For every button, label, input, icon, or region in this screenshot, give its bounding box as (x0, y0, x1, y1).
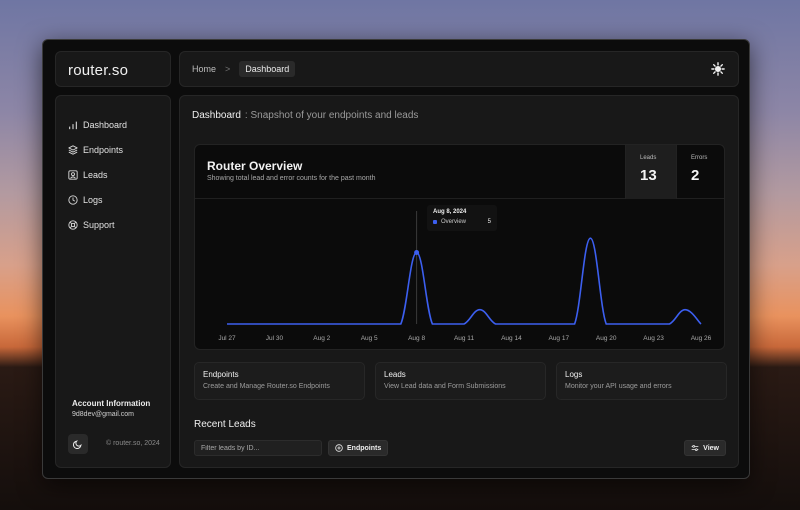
active-data-point (414, 249, 420, 255)
sliders-icon (691, 445, 699, 451)
page-subtitle: : Snapshot of your endpoints and leads (244, 110, 419, 121)
main-panel: Dashboard: Snapshot of your endpoints an… (179, 95, 739, 468)
logo-panel: router.so (55, 51, 171, 87)
logs-card[interactable]: Logs Monitor your API usage and errors (556, 362, 727, 400)
tooltip-value: 5 (487, 219, 491, 225)
errors-stat-label: Errors (691, 155, 708, 161)
top-bar: Home > Dashboard (179, 51, 739, 87)
breadcrumb-home[interactable]: Home (192, 64, 216, 74)
x-tick-label: Aug 14 (501, 335, 522, 342)
card-title: Leads (384, 370, 406, 379)
tooltip-series: Overview (441, 219, 467, 225)
series-line-overview (226, 237, 702, 325)
account-title: Account Information (72, 399, 151, 408)
errors-stat-value: 2 (691, 167, 700, 184)
x-tick-label: Aug 26 (691, 335, 712, 342)
errors-stat[interactable]: Errors 2 (676, 145, 724, 199)
sidebar-item-label: Endpoints (83, 144, 124, 155)
router-overview-card: Router Overview Showing total lead and e… (194, 144, 725, 350)
chart-tooltip: Aug 8, 2024 Overview 5 (427, 205, 497, 231)
x-tick-label: Jul 27 (218, 335, 236, 342)
history-icon (68, 194, 78, 205)
sidebar-item-leads[interactable]: Leads (68, 162, 127, 187)
x-tick-label: Aug 23 (643, 335, 664, 342)
overview-title: Router Overview (207, 159, 303, 173)
contact-icon (68, 169, 78, 180)
page-header: Dashboard: Snapshot of your endpoints an… (192, 110, 418, 121)
card-description: Monitor your API usage and errors (565, 383, 672, 390)
tooltip-date: Aug 8, 2024 (433, 209, 467, 215)
x-tick-label: Aug 8 (408, 335, 425, 342)
view-options-button[interactable]: View (684, 440, 726, 456)
app-window: router.so Home > Dashboard Dashboard End… (42, 39, 750, 479)
app-logo[interactable]: router.so (68, 62, 158, 79)
sidebar-item-label: Leads (83, 169, 108, 180)
x-tick-label: Aug 2 (313, 335, 330, 342)
sidebar: Dashboard Endpoints Leads Logs Support A… (55, 95, 171, 468)
leads-stat-label: Leads (640, 155, 657, 161)
bar-chart-icon (69, 121, 77, 129)
x-tick-label: Aug 5 (361, 335, 378, 342)
theme-toggle-button[interactable] (68, 434, 88, 454)
card-description: Create and Manage Router.so Endpoints (203, 383, 330, 390)
endpoints-filter-label: Endpoints (347, 444, 382, 452)
x-tick-label: Aug 20 (596, 335, 617, 342)
sidebar-item-logs[interactable]: Logs (68, 187, 127, 212)
sidebar-nav: Dashboard Endpoints Leads Logs Support (68, 112, 127, 237)
breadcrumb-current: Dashboard (239, 61, 296, 77)
moon-icon (73, 440, 82, 449)
page-title: Dashboard (192, 110, 241, 121)
quick-links: Endpoints Create and Manage Router.so En… (194, 362, 727, 400)
lead-filter-input[interactable] (194, 440, 322, 456)
sun-icon[interactable] (710, 61, 726, 77)
tooltip-swatch (433, 220, 437, 224)
leads-card[interactable]: Leads View Lead data and Form Submission… (375, 362, 546, 400)
x-tick-label: Aug 17 (548, 335, 569, 342)
plus-circle-icon (335, 444, 343, 452)
x-tick-label: Aug 11 (454, 335, 475, 342)
overview-header: Router Overview Showing total lead and e… (195, 145, 724, 199)
sidebar-item-dashboard[interactable]: Dashboard (68, 112, 127, 137)
card-title: Logs (565, 370, 583, 379)
recent-leads-title: Recent Leads (194, 419, 256, 430)
breadcrumb-separator: > (225, 64, 231, 74)
sidebar-item-label: Dashboard (83, 119, 128, 130)
endpoints-filter-button[interactable]: Endpoints (328, 440, 389, 456)
copyright: © router.so, 2024 (106, 440, 160, 447)
endpoints-card[interactable]: Endpoints Create and Manage Router.so En… (194, 362, 365, 400)
view-options-label: View (703, 444, 719, 452)
account-info: Account Information 9d8dev@gmail.com (72, 399, 150, 418)
leads-stat-value: 13 (640, 167, 657, 184)
card-description: View Lead data and Form Submissions (384, 383, 506, 390)
sidebar-item-label: Support (83, 219, 115, 230)
layers-icon (68, 144, 78, 155)
sidebar-item-endpoints[interactable]: Endpoints (68, 137, 127, 162)
lifebuoy-icon (68, 219, 78, 230)
sidebar-item-label: Logs (83, 194, 103, 205)
x-tick-label: Jul 30 (266, 335, 284, 342)
sidebar-item-support[interactable]: Support (68, 212, 127, 237)
overview-subtitle: Showing total lead and error counts for … (207, 175, 376, 182)
leads-stat[interactable]: Leads 13 (625, 145, 676, 199)
account-email: 9d8dev@gmail.com (72, 411, 134, 418)
card-title: Endpoints (203, 370, 239, 379)
